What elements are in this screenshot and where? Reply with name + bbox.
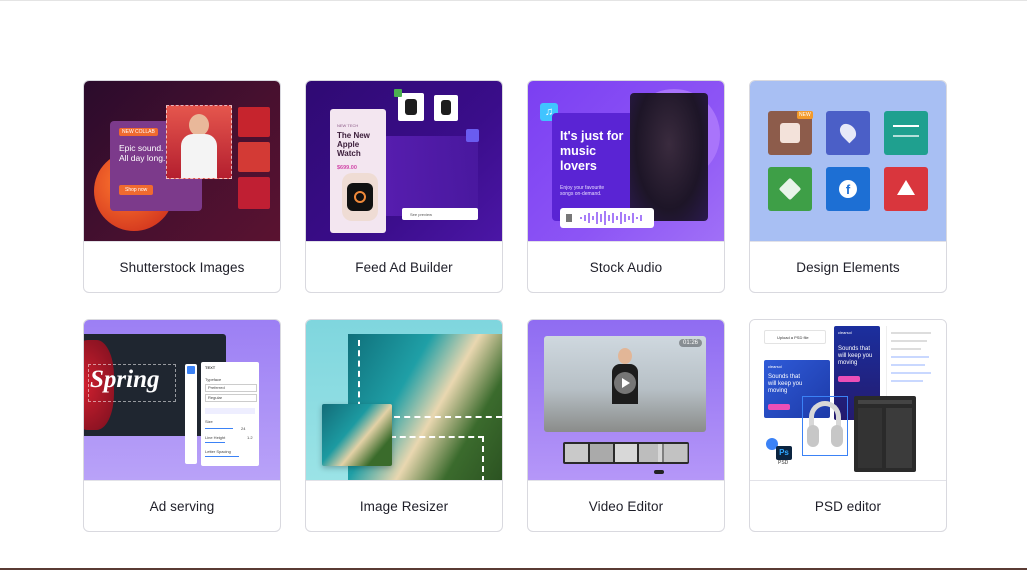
headphones-image bbox=[802, 396, 848, 456]
features-grid: NEW COLLAB Epic sound. All day long. Sho… bbox=[83, 80, 947, 532]
ad-headline: The New Apple Watch bbox=[337, 131, 370, 158]
tool-strip bbox=[185, 364, 197, 464]
line-height-slider[interactable] bbox=[205, 442, 225, 443]
photo-main bbox=[166, 105, 232, 179]
card-label: Video Editor bbox=[528, 480, 724, 531]
layers-panel bbox=[886, 326, 937, 396]
lines-icon bbox=[884, 111, 928, 155]
promo-badge: NEW COLLAB bbox=[119, 128, 158, 136]
playhead-handle[interactable] bbox=[654, 470, 664, 474]
top-divider bbox=[0, 0, 1027, 1]
document-icon bbox=[466, 129, 479, 142]
font-label: Typeface bbox=[205, 377, 222, 382]
photo-thumb-3 bbox=[238, 177, 270, 209]
letter-spacing-slider[interactable] bbox=[205, 456, 239, 457]
aerial-photo-small bbox=[322, 404, 392, 466]
align-row bbox=[205, 408, 255, 414]
panel-title: TEXT bbox=[205, 365, 216, 370]
person-photo bbox=[630, 93, 708, 221]
preview-toolbar: See preview bbox=[402, 208, 478, 220]
waveform bbox=[580, 211, 642, 225]
play-icon bbox=[566, 214, 572, 222]
photo-thumb-1 bbox=[238, 107, 270, 137]
card-thumbnail: ♫ It's just for music lovers Enjoy your … bbox=[528, 81, 724, 241]
card-stock-audio[interactable]: ♫ It's just for music lovers Enjoy your … bbox=[527, 80, 725, 293]
card-label: Design Elements bbox=[750, 241, 946, 292]
location-icon bbox=[826, 111, 870, 155]
ad-brand-left: clearsol bbox=[768, 364, 782, 369]
ad-text-right: Sounds that will keep you moving bbox=[838, 346, 873, 366]
size-label: Size bbox=[205, 419, 213, 424]
card-thumbnail: 01:26 bbox=[528, 320, 724, 480]
promo-headline: Epic sound. All day long. bbox=[119, 143, 166, 163]
card-thumbnail: NEW TECH The New Apple Watch $699.00 See… bbox=[306, 81, 502, 241]
photoshop-icon: Ps bbox=[776, 446, 792, 460]
brush-icon bbox=[768, 167, 812, 211]
data-table-panel bbox=[384, 136, 478, 216]
ad-eyebrow: NEW TECH bbox=[337, 123, 359, 128]
card-label: Feed Ad Builder bbox=[306, 241, 502, 292]
psd-label: PSD bbox=[778, 460, 789, 466]
card-image-resizer[interactable]: Image Resizer bbox=[305, 319, 503, 532]
audio-player bbox=[560, 208, 654, 228]
timestamp-badge: 01:26 bbox=[678, 339, 702, 347]
text-properties-panel: TEXT Typeface Preferred Regular Size 24 … bbox=[201, 362, 259, 466]
play-button[interactable] bbox=[614, 372, 636, 394]
triangle-icon bbox=[884, 167, 928, 211]
card-video-editor[interactable]: 01:26 Video Editor bbox=[527, 319, 725, 532]
card-label: Image Resizer bbox=[306, 480, 502, 531]
watch-tile-2 bbox=[434, 95, 458, 121]
ad-price: $699.00 bbox=[337, 165, 357, 171]
resize-box bbox=[390, 436, 484, 480]
line-height-value: 1.2 bbox=[247, 435, 253, 440]
card-thumbnail: NEW f bbox=[750, 81, 946, 241]
card-shutterstock-images[interactable]: NEW COLLAB Epic sound. All day long. Sho… bbox=[83, 80, 281, 293]
card-thumbnail: NEW COLLAB Epic sound. All day long. Sho… bbox=[84, 81, 280, 241]
card-label: Stock Audio bbox=[528, 241, 724, 292]
line-height-label: Line Height bbox=[205, 435, 226, 440]
card-label: Shutterstock Images bbox=[84, 241, 280, 292]
size-value: 24 bbox=[241, 426, 246, 431]
ad-text-left: Sounds that will keep you moving bbox=[768, 374, 803, 394]
upload-bar-text: Upload a PSD file bbox=[777, 334, 809, 340]
photoshop-window bbox=[854, 396, 916, 472]
upload-bar[interactable]: Upload a PSD file bbox=[764, 330, 826, 344]
weight-select[interactable]: Regular bbox=[205, 394, 257, 402]
card-label: PSD editor bbox=[750, 480, 946, 531]
card-ad-serving[interactable]: Spring TEXT Typeface Preferred Regular S… bbox=[83, 319, 281, 532]
facebook-icon: f bbox=[826, 167, 870, 211]
timeline-extension bbox=[658, 444, 688, 462]
font-select[interactable]: Preferred bbox=[205, 384, 257, 392]
audio-sub: Enjoy your favourite songs on-demand. bbox=[560, 185, 605, 197]
new-badge: NEW bbox=[797, 111, 813, 119]
card-design-elements[interactable]: NEW f Design Elements bbox=[749, 80, 947, 293]
card-psd-editor[interactable]: Upload a PSD file clearsol Sounds that w… bbox=[749, 319, 947, 532]
watch-image bbox=[342, 173, 378, 221]
tag-icon bbox=[394, 89, 402, 97]
card-thumbnail: Spring TEXT Typeface Preferred Regular S… bbox=[84, 320, 280, 480]
ad-brand-right: clearsol bbox=[838, 330, 852, 335]
size-slider[interactable] bbox=[205, 428, 233, 429]
promo-button: Shop now bbox=[119, 185, 154, 195]
weight-select-value: Regular bbox=[208, 395, 223, 400]
font-select-value: Preferred bbox=[208, 385, 225, 390]
resize-guide-h bbox=[394, 416, 502, 418]
card-thumbnail: Upload a PSD file clearsol Sounds that w… bbox=[750, 320, 946, 480]
audio-headline: It's just for music lovers bbox=[560, 129, 624, 173]
photo-thumb-2 bbox=[238, 142, 270, 172]
watch-tile-1 bbox=[398, 93, 424, 121]
banner-headline: Spring bbox=[90, 366, 160, 393]
preview-toolbar-text: See preview bbox=[410, 211, 433, 217]
card-feed-ad-builder[interactable]: NEW TECH The New Apple Watch $699.00 See… bbox=[305, 80, 503, 293]
letter-spacing-label: Letter Spacing bbox=[205, 449, 231, 454]
card-label: Ad serving bbox=[84, 480, 280, 531]
card-thumbnail bbox=[306, 320, 502, 480]
